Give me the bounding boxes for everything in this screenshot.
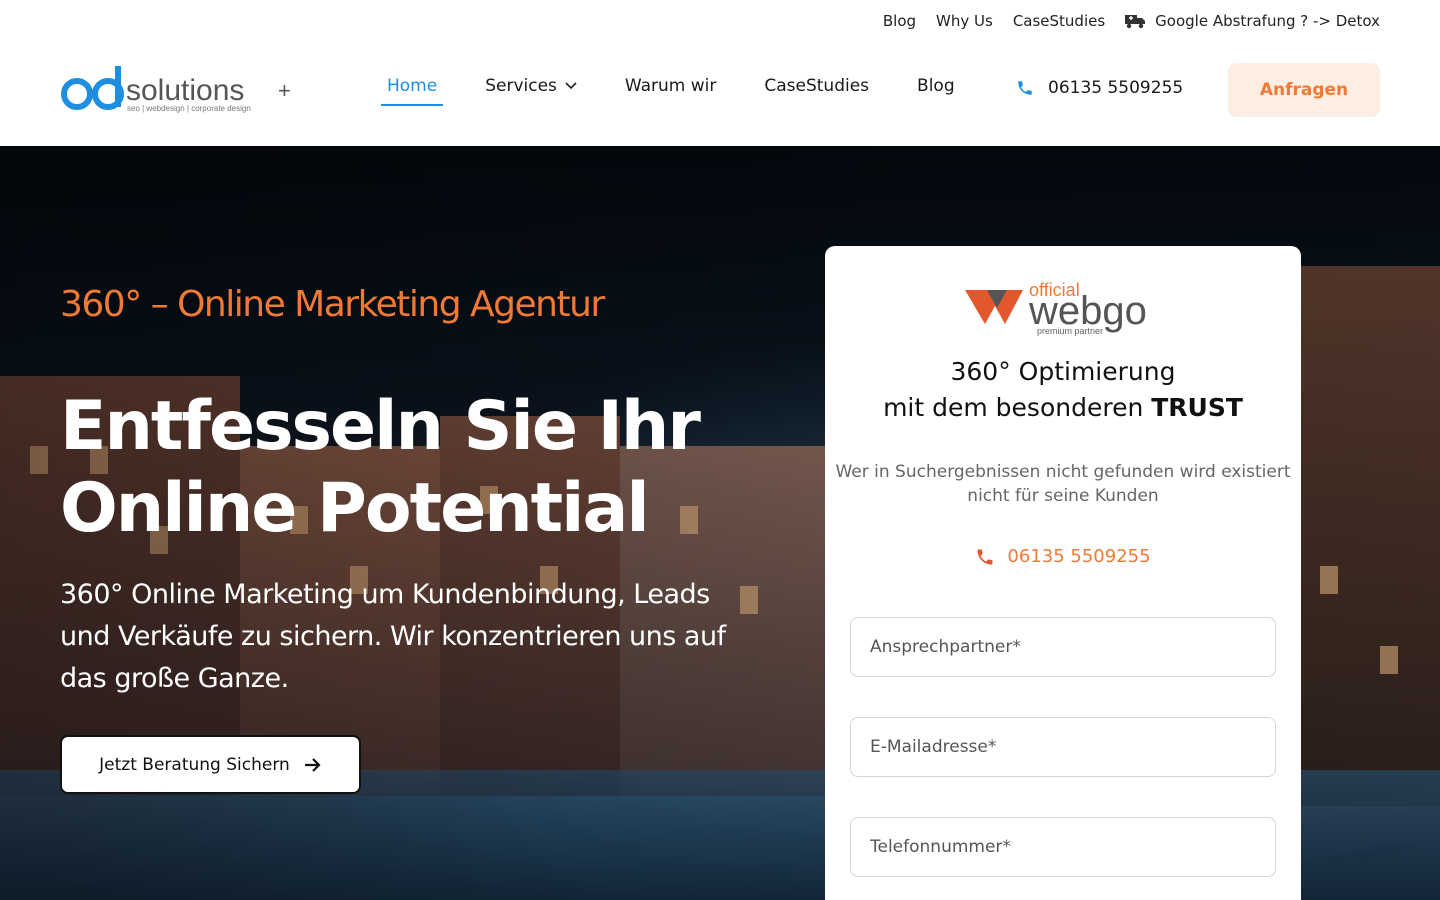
svg-text:+: +: [278, 78, 291, 103]
top-link-why-us[interactable]: Why Us: [936, 12, 993, 30]
contact-card: official webgo premium partner 360° Opti…: [825, 246, 1301, 900]
nav-home[interactable]: Home: [381, 76, 444, 106]
hero-tagline: 360° – Online Marketing Agentur: [60, 284, 605, 325]
nav-casestudies[interactable]: CaseStudies: [758, 76, 875, 106]
nav-warum-wir-label: Warum wir: [624, 76, 717, 96]
card-phone[interactable]: 06135 5509255: [825, 546, 1301, 567]
nav-casestudies-label: CaseStudies: [764, 76, 870, 96]
nav-blog[interactable]: Blog: [911, 76, 961, 106]
main-nav: Home Services Warum wir CaseStudies Blog: [381, 76, 961, 106]
top-links: Blog Why Us CaseStudies Google Abstrafun…: [883, 12, 1380, 30]
header-phone[interactable]: 06135 5509255: [1016, 78, 1183, 98]
card-title-trust: TRUST: [1151, 393, 1243, 422]
top-link-detox[interactable]: Google Abstrafung ? -> Detox: [1125, 12, 1380, 30]
hero-subtext: 360° Online Marketing um Kundenbindung, …: [60, 579, 726, 694]
main-header: solutions + seo | webdesign | corporate …: [0, 46, 1440, 146]
top-link-blog[interactable]: Blog: [883, 12, 916, 30]
svg-text:premium partner: premium partner: [1037, 326, 1103, 336]
hero-section: 360° – Online Marketing Agentur Entfesse…: [0, 146, 1440, 900]
card-title-line1: 360° Optimierung: [950, 357, 1176, 386]
phone-field[interactable]: [850, 817, 1276, 877]
phone-icon: [1018, 81, 1032, 95]
site-logo[interactable]: solutions + seo | webdesign | corporate …: [60, 64, 300, 116]
card-subtitle: Wer in Suchergebnissen nicht gefunden wi…: [835, 462, 1291, 506]
truck-icon: [1125, 15, 1146, 29]
beratung-button-label: Jetzt Beratung Sichern: [99, 754, 290, 775]
top-utility-bar: Blog Why Us CaseStudies Google Abstrafun…: [0, 0, 1440, 46]
detox-label: Google Abstrafung ? -> Detox: [1155, 12, 1380, 30]
nav-home-label: Home: [387, 76, 438, 96]
svg-text:seo | webdesign | corporate de: seo | webdesign | corporate design: [127, 104, 251, 113]
nav-warum-wir[interactable]: Warum wir: [619, 76, 722, 106]
svg-text:solutions: solutions: [126, 74, 244, 107]
anfragen-button[interactable]: Anfragen: [1228, 63, 1380, 117]
card-phone-number: 06135 5509255: [1007, 546, 1151, 567]
nav-blog-label: Blog: [917, 76, 955, 96]
card-title: 360° Optimierung mit dem besonderen TRUS…: [825, 354, 1301, 426]
beratung-button[interactable]: Jetzt Beratung Sichern: [60, 735, 361, 794]
webgo-partner-badge: official webgo premium partner: [965, 276, 1165, 336]
email-field[interactable]: [850, 717, 1276, 777]
phone-icon: [977, 549, 993, 564]
card-title-line2-prefix: mit dem besonderen: [883, 393, 1144, 422]
chevron-down-icon: [565, 82, 577, 90]
nav-services-label: Services: [485, 76, 557, 96]
arrow-right-icon: [304, 757, 321, 772]
hero-headline-line1: Entfesseln Sie Ihr: [60, 387, 701, 466]
nav-services[interactable]: Services: [479, 76, 583, 106]
header-phone-number: 06135 5509255: [1048, 78, 1184, 98]
contact-person-field[interactable]: [850, 617, 1276, 677]
hero-headline: Entfesseln Sie Ihr Online Potential: [60, 386, 780, 550]
hero-headline-line2: Online Potential: [60, 469, 650, 548]
ad-logo-mark: solutions + seo | webdesign | corporate …: [61, 66, 291, 113]
top-link-casestudies[interactable]: CaseStudies: [1013, 12, 1105, 30]
